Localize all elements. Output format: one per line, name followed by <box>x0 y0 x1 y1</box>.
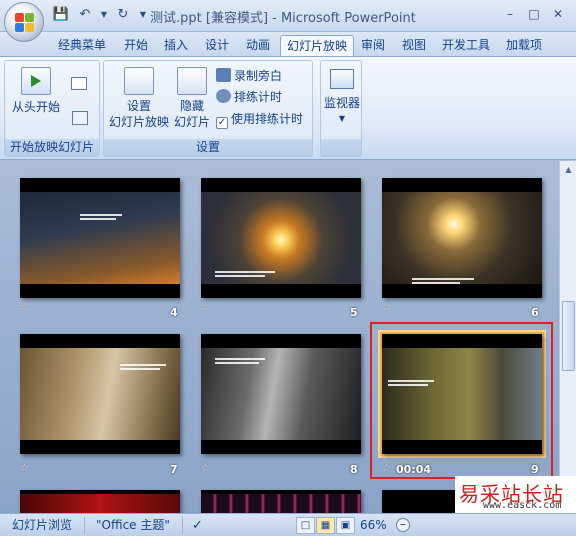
slide-sorter-view-button[interactable]: ▦ <box>316 517 335 534</box>
tab-home[interactable]: 开始 <box>118 35 154 56</box>
window-title: 测试.ppt [兼容模式] - Microsoft PowerPoint <box>150 11 416 26</box>
hide-slide-icon <box>177 67 207 95</box>
slide-image <box>382 192 542 284</box>
slide-thumbnail-5[interactable] <box>201 178 361 298</box>
tab-view[interactable]: 视图 <box>396 35 432 56</box>
status-bar: 幻灯片浏览 "Office 主题" ✓ □ ▦ ▣ 66% – <box>0 513 576 536</box>
slide-number: 5 <box>350 306 358 319</box>
slide-show-view-button[interactable]: ▣ <box>336 517 355 534</box>
custom-show-icon <box>72 111 88 125</box>
slide-thumbnail-8[interactable] <box>201 334 361 454</box>
slide-thumbnail-4[interactable] <box>20 178 180 298</box>
checkbox-checked-icon: ✓ <box>216 117 228 129</box>
undo-icon[interactable]: ↶ <box>76 6 94 24</box>
scroll-up-icon[interactable]: ▲ <box>562 163 575 177</box>
spell-check-icon[interactable]: ✓ <box>192 517 203 534</box>
projector-screen-icon <box>21 67 51 95</box>
from-current-slide-button[interactable] <box>67 77 91 90</box>
slide-transition-star-icon: ☆ <box>201 463 210 474</box>
slide-play-icon <box>71 77 87 90</box>
group-label <box>321 139 361 156</box>
slide-transition-star-icon: ☆ <box>201 302 210 313</box>
tab-slide-show[interactable]: 幻灯片放映 <box>280 35 355 56</box>
group-start-slide-show: 从头开始 开始放映幻灯片 <box>4 60 100 157</box>
save-icon[interactable]: 💾 <box>52 6 70 24</box>
microphone-icon <box>216 68 231 82</box>
monitors-button[interactable]: 监视器 ▼ <box>323 69 361 127</box>
slide-thumbnail-10[interactable] <box>20 490 180 513</box>
setup-slideshow-icon <box>124 67 154 95</box>
theme-name: "Office 主题" <box>96 518 170 532</box>
setup-slide-show-button[interactable]: 设置 幻灯片放映 <box>108 67 170 130</box>
slide-timing: 00:04 <box>396 463 432 476</box>
quick-access-toolbar: 💾 ↶ ▼ ↻ ▼ <box>52 6 148 24</box>
vertical-scrollbar[interactable]: ▲ ▼ <box>559 161 576 513</box>
customize-qat-icon[interactable]: ▼ <box>138 6 148 24</box>
stopwatch-icon <box>216 89 231 103</box>
ribbon-tabs: 经典菜单 开始 插入 设计 动画 幻灯片放映 审阅 视图 开发工具 加载项 <box>0 32 576 56</box>
slide-thumbnail-9[interactable] <box>382 334 542 454</box>
slide-transition-star-icon: ☆ <box>20 463 29 474</box>
use-rehearsed-timings-checkbox[interactable]: ✓ 使用排练计时 <box>216 111 303 129</box>
dropdown-arrow-icon: ▼ <box>338 114 346 123</box>
monitor-icon <box>330 69 354 89</box>
zoom-level[interactable]: 66% <box>360 517 387 534</box>
slide-number: 7 <box>170 463 178 476</box>
tab-add-ins[interactable]: 加载项 <box>500 35 548 56</box>
slide-number: 6 <box>531 306 539 319</box>
slide-image <box>382 348 542 440</box>
tab-developer[interactable]: 开发工具 <box>436 35 496 56</box>
maximize-button[interactable]: □ <box>522 4 546 24</box>
slide-image <box>20 192 180 284</box>
tab-animations[interactable]: 动画 <box>240 35 276 56</box>
zoom-out-icon[interactable]: – <box>396 518 410 532</box>
tab-review[interactable]: 审阅 <box>355 35 391 56</box>
redo-icon[interactable]: ↻ <box>114 6 132 24</box>
slide-transition-star-icon: ☆ <box>382 302 391 313</box>
tab-classic-menu[interactable]: 经典菜单 <box>52 35 112 56</box>
close-button[interactable]: ✕ <box>546 4 570 24</box>
group-label: 开始放映幻灯片 <box>5 139 99 156</box>
rehearse-timings-button[interactable]: 排练计时 <box>216 89 282 105</box>
slide-thumbnail-11[interactable] <box>201 490 361 513</box>
slide-number: 8 <box>350 463 358 476</box>
record-narration-button[interactable]: 录制旁白 <box>216 68 282 84</box>
group-label: 设置 <box>104 139 312 156</box>
custom-slide-show-button[interactable] <box>65 111 95 125</box>
office-logo-icon <box>15 13 35 33</box>
slide-thumbnail-7[interactable] <box>20 334 180 454</box>
ribbon: 从头开始 开始放映幻灯片 设置 幻灯片放映 隐藏 幻灯片 录制旁白 排练计时 ✓… <box>0 56 576 160</box>
slide-image <box>20 348 180 440</box>
tab-insert[interactable]: 插入 <box>158 35 194 56</box>
watermark-logo: 易采站长站 www.easck.com <box>455 476 576 513</box>
normal-view-button[interactable]: □ <box>296 517 315 534</box>
tab-design[interactable]: 设计 <box>199 35 235 56</box>
minimize-button[interactable]: – <box>498 4 522 24</box>
slide-transition-star-icon: ☆ <box>382 463 391 474</box>
slide-thumbnail-6[interactable] <box>382 178 542 298</box>
office-button[interactable] <box>4 2 44 42</box>
window-controls: – □ ✕ <box>498 4 570 24</box>
dropdown-arrow-icon[interactable]: ▼ <box>100 6 108 24</box>
slide-number: 4 <box>170 306 178 319</box>
scrollbar-thumb[interactable] <box>562 301 575 371</box>
slide-number: 9 <box>531 463 539 476</box>
slide-transition-star-icon: ☆ <box>20 302 29 313</box>
from-beginning-button[interactable]: 从头开始 <box>11 67 61 115</box>
title-bar: 💾 ↶ ▼ ↻ ▼ 测试.ppt [兼容模式] - Microsoft Powe… <box>0 0 576 32</box>
view-name: 幻灯片浏览 <box>12 518 73 532</box>
hide-slide-button[interactable]: 隐藏 幻灯片 <box>172 67 212 130</box>
group-monitors: 监视器 ▼ <box>320 60 362 157</box>
group-setup: 设置 幻灯片放映 隐藏 幻灯片 录制旁白 排练计时 ✓ 使用排练计时 设置 <box>103 60 313 157</box>
